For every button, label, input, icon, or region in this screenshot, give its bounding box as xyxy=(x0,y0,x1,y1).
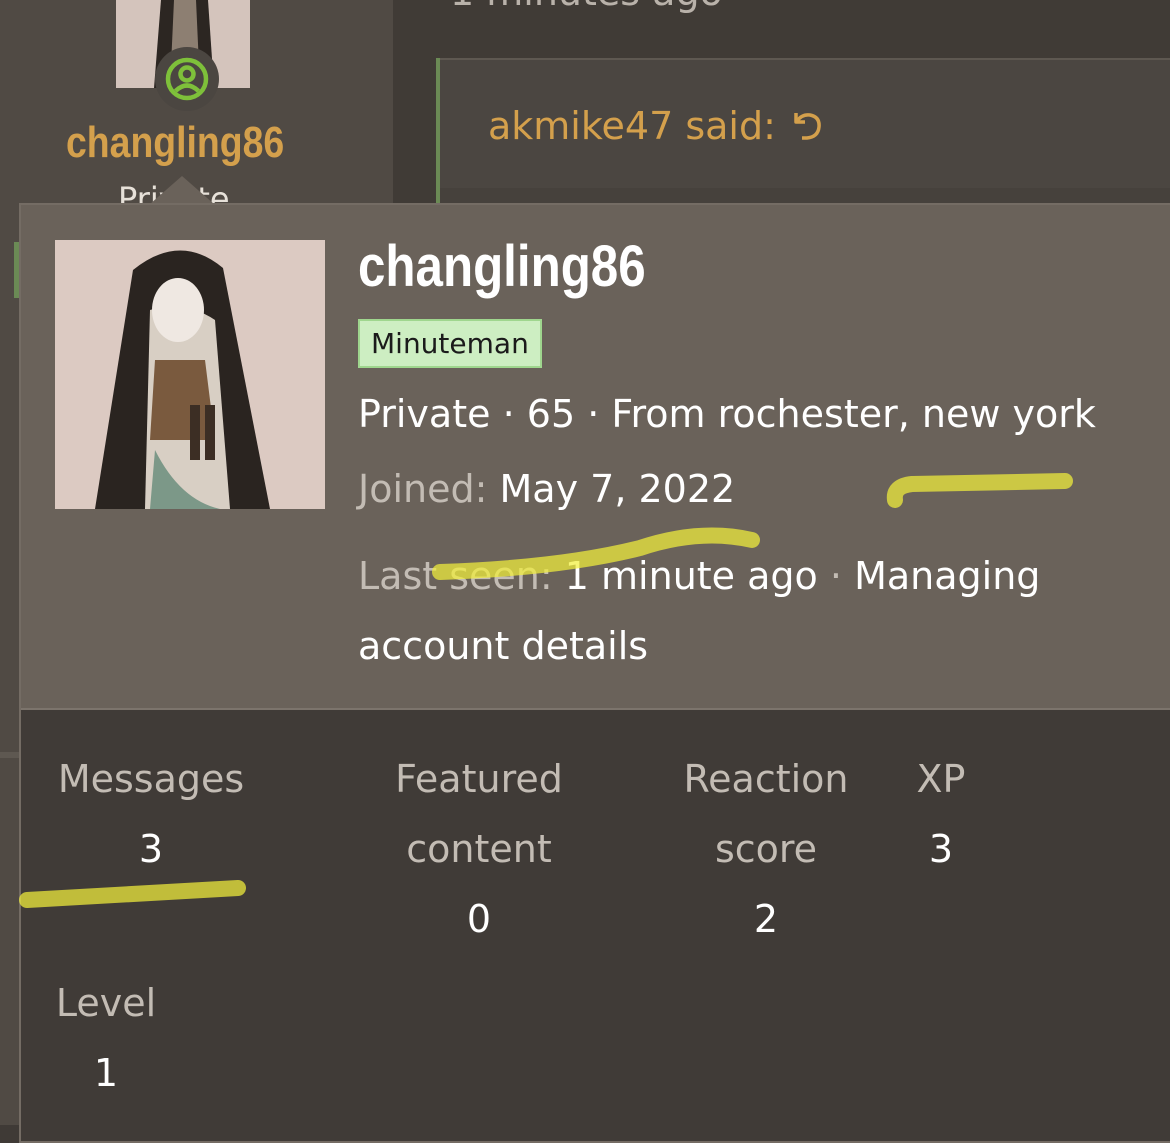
joined-label: Joined: xyxy=(358,467,488,511)
member-username[interactable]: changling86 xyxy=(358,233,646,300)
stat-value: 2 xyxy=(753,897,779,941)
quote-block: akmike47 said: xyxy=(436,58,1170,208)
stat-label: Featured content xyxy=(395,757,563,871)
joined-info: Joined: May 7, 2022 xyxy=(358,467,735,511)
member-avatar[interactable] xyxy=(55,240,325,509)
poster-username-link[interactable]: changling86 xyxy=(66,118,284,168)
member-card-header: changling86 Minuteman Private · 65 · Fro… xyxy=(21,205,1170,710)
member-rank: Private xyxy=(358,392,491,436)
stat-value: 3 xyxy=(928,827,954,871)
stat-xp[interactable]: XP 3 xyxy=(901,744,981,884)
stat-value: 1 xyxy=(93,1051,119,1095)
member-age: 65 xyxy=(526,392,576,436)
joined-date: May 7, 2022 xyxy=(499,467,736,511)
separator: · xyxy=(502,392,515,436)
stat-label: Messages xyxy=(57,757,245,801)
quote-author-label[interactable]: akmike47 said: xyxy=(488,104,776,148)
stat-label: Level xyxy=(55,981,157,1025)
member-location: From rochester, new york xyxy=(611,392,1096,436)
separator: · xyxy=(829,554,842,598)
online-status-icon xyxy=(155,47,219,111)
member-stats: Messages 3 Featured content 0 Reaction s… xyxy=(21,708,1170,1141)
last-seen-time: 1 minute ago xyxy=(564,554,818,598)
stat-featured-content[interactable]: Featured content 0 xyxy=(389,744,569,954)
stat-label: XP xyxy=(916,757,966,801)
separator: · xyxy=(587,392,600,436)
last-seen-info: Last seen: 1 minute ago · Managing accou… xyxy=(358,541,1078,681)
stat-value: 3 xyxy=(138,827,164,871)
user-banner-badge: Minuteman xyxy=(358,319,542,368)
stat-messages[interactable]: Messages 3 xyxy=(51,744,251,884)
stat-value: 0 xyxy=(466,897,492,941)
undo-arrow-icon[interactable] xyxy=(790,109,824,143)
quote-header[interactable]: akmike47 said: xyxy=(488,104,824,148)
last-seen-label: Last seen: xyxy=(358,554,553,598)
stat-label: Reaction score xyxy=(683,757,849,871)
post-timestamp: 1 minutes ago xyxy=(450,0,723,14)
member-blurb: Private · 65 · From rochester, new york xyxy=(358,392,1096,436)
tooltip-arrow xyxy=(150,176,214,204)
stat-reaction-score[interactable]: Reaction score 2 xyxy=(676,744,856,954)
member-tooltip-card: changling86 Minuteman Private · 65 · Fro… xyxy=(19,203,1170,1143)
stat-level[interactable]: Level 1 xyxy=(51,968,161,1108)
